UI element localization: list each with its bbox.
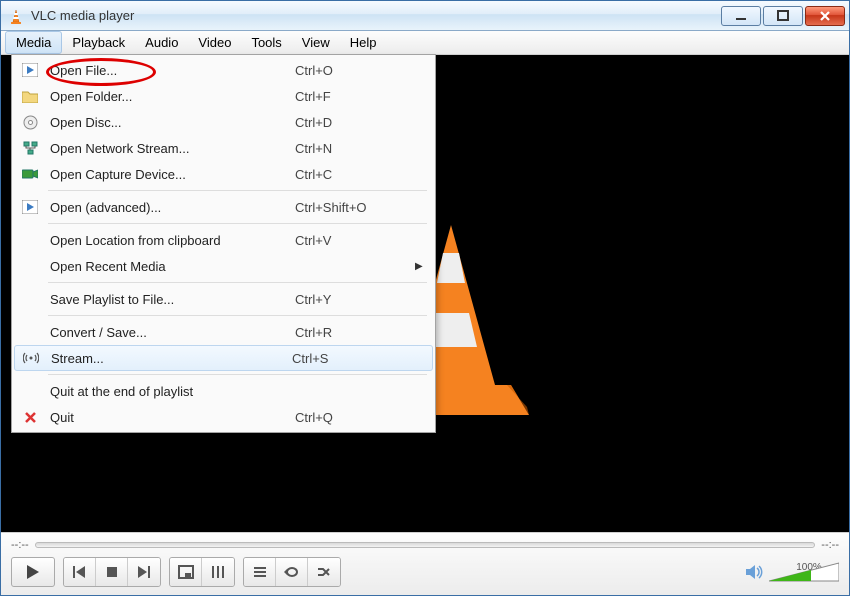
menu-item-stream[interactable]: Stream...Ctrl+S xyxy=(14,345,433,371)
playlist-group xyxy=(243,557,341,587)
menu-item-shortcut: Ctrl+Y xyxy=(295,292,415,307)
menu-media[interactable]: Media xyxy=(5,31,62,54)
fullscreen-button[interactable] xyxy=(170,558,202,586)
menu-item-shortcut: Ctrl+C xyxy=(295,167,415,182)
menu-item-shortcut: Ctrl+D xyxy=(295,115,415,130)
menu-item-label: Open Capture Device... xyxy=(42,167,295,182)
app-window: VLC media player Media Playback Audio Vi… xyxy=(0,0,850,596)
play-file-icon xyxy=(18,63,42,77)
disc-icon xyxy=(18,115,42,130)
menubar: Media Playback Audio Video Tools View He… xyxy=(1,31,849,55)
menu-audio[interactable]: Audio xyxy=(135,32,188,53)
menu-item-label: Open Recent Media xyxy=(42,259,295,274)
menu-item-shortcut: Ctrl+Q xyxy=(295,410,415,425)
menu-video[interactable]: Video xyxy=(188,32,241,53)
stream-icon xyxy=(19,352,43,364)
menu-item-label: Quit xyxy=(42,410,295,425)
menu-separator xyxy=(48,315,427,316)
menu-item-quit[interactable]: QuitCtrl+Q xyxy=(12,404,435,430)
menu-tools[interactable]: Tools xyxy=(241,32,291,53)
menu-playback[interactable]: Playback xyxy=(62,32,135,53)
volume-slider[interactable] xyxy=(769,561,839,583)
menu-item-label: Save Playlist to File... xyxy=(42,292,295,307)
time-elapsed: --:-- xyxy=(11,539,29,551)
menu-help[interactable]: Help xyxy=(340,32,387,53)
menu-item-label: Open Location from clipboard xyxy=(42,233,295,248)
mute-button[interactable] xyxy=(745,564,763,580)
play-button[interactable] xyxy=(11,557,55,587)
time-total: --:-- xyxy=(821,539,839,551)
menu-item-label: Open File... xyxy=(42,63,295,78)
next-button[interactable] xyxy=(128,558,160,586)
maximize-button[interactable] xyxy=(763,6,803,26)
menu-item-open-location-from-clipboard[interactable]: Open Location from clipboardCtrl+V xyxy=(12,227,435,253)
quit-icon xyxy=(18,411,42,424)
menu-separator xyxy=(48,190,427,191)
playback-group xyxy=(63,557,161,587)
menu-separator xyxy=(48,374,427,375)
shuffle-button[interactable] xyxy=(308,558,340,586)
menu-item-open-disc[interactable]: Open Disc...Ctrl+D xyxy=(12,109,435,135)
menu-item-quit-at-the-end-of-playlist[interactable]: Quit at the end of playlist xyxy=(12,378,435,404)
menu-item-label: Stream... xyxy=(43,351,292,366)
menu-item-save-playlist-to-file[interactable]: Save Playlist to File...Ctrl+Y xyxy=(12,286,435,312)
loop-button[interactable] xyxy=(276,558,308,586)
capture-icon xyxy=(18,168,42,180)
folder-icon xyxy=(18,90,42,103)
menu-item-label: Convert / Save... xyxy=(42,325,295,340)
menu-item-label: Open Folder... xyxy=(42,89,295,104)
window-controls xyxy=(721,6,845,26)
previous-button[interactable] xyxy=(64,558,96,586)
menu-item-open-advanced[interactable]: Open (advanced)...Ctrl+Shift+O xyxy=(12,194,435,220)
menu-item-shortcut: Ctrl+V xyxy=(295,233,415,248)
menu-item-label: Quit at the end of playlist xyxy=(42,384,295,399)
controls-row: 100% xyxy=(11,557,839,587)
menu-separator xyxy=(48,223,427,224)
titlebar: VLC media player xyxy=(1,1,849,31)
play-file-icon xyxy=(18,200,42,214)
vlc-icon xyxy=(7,7,25,25)
menu-item-shortcut: Ctrl+F xyxy=(295,89,415,104)
volume-area: 100% xyxy=(745,562,839,583)
menu-item-open-recent-media[interactable]: Open Recent Media ▶ xyxy=(12,253,435,279)
close-button[interactable] xyxy=(805,6,845,26)
submenu-arrow-icon: ▶ xyxy=(415,261,425,272)
menu-separator xyxy=(48,282,427,283)
extended-settings-button[interactable] xyxy=(202,558,234,586)
media-menu-dropdown: Open File...Ctrl+OOpen Folder...Ctrl+FOp… xyxy=(11,54,436,433)
network-icon xyxy=(18,141,42,156)
menu-item-shortcut: Ctrl+R xyxy=(295,325,415,340)
minimize-button[interactable] xyxy=(721,6,761,26)
playlist-button[interactable] xyxy=(244,558,276,586)
menu-item-open-capture-device[interactable]: Open Capture Device...Ctrl+C xyxy=(12,161,435,187)
menu-item-label: Open (advanced)... xyxy=(42,200,295,215)
menu-item-shortcut: Ctrl+S xyxy=(292,351,412,366)
menu-item-open-file[interactable]: Open File...Ctrl+O xyxy=(12,57,435,83)
menu-view[interactable]: View xyxy=(292,32,340,53)
menu-item-convert-save[interactable]: Convert / Save...Ctrl+R xyxy=(12,319,435,345)
menu-item-label: Open Network Stream... xyxy=(42,141,295,156)
menu-item-open-folder[interactable]: Open Folder...Ctrl+F xyxy=(12,83,435,109)
window-title: VLC media player xyxy=(31,8,721,23)
bottom-toolbar: --:-- --:-- xyxy=(1,532,849,595)
stop-button[interactable] xyxy=(96,558,128,586)
view-group xyxy=(169,557,235,587)
menu-item-shortcut: Ctrl+N xyxy=(295,141,415,156)
menu-item-shortcut: Ctrl+Shift+O xyxy=(295,200,415,215)
menu-item-shortcut: Ctrl+O xyxy=(295,63,415,78)
menu-item-open-network-stream[interactable]: Open Network Stream...Ctrl+N xyxy=(12,135,435,161)
menu-item-label: Open Disc... xyxy=(42,115,295,130)
seek-slider[interactable] xyxy=(35,542,816,548)
seek-row: --:-- --:-- xyxy=(11,539,839,551)
